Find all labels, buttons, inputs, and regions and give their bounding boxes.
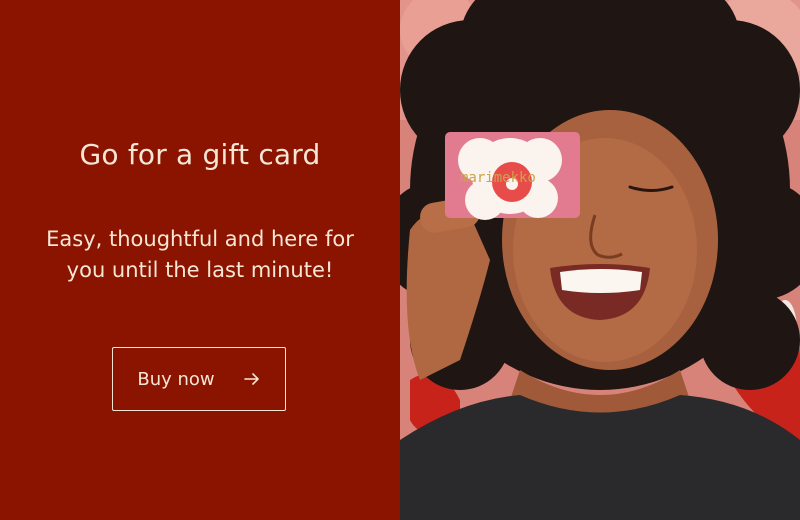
gift-card-icon: marimekko [445,132,580,220]
card-brand-text: marimekko [460,170,536,186]
buy-now-button[interactable]: Buy now [112,347,286,411]
promo-headline: Go for a gift card [79,138,321,171]
buy-now-label: Buy now [137,368,215,390]
promo-panel: Go for a gift card Easy, thoughtful and … [0,0,400,520]
hero-photo: marimekko [400,0,800,520]
promo-subline: Easy, thoughtful and here for you until … [46,227,354,282]
arrow-right-icon [243,370,261,388]
